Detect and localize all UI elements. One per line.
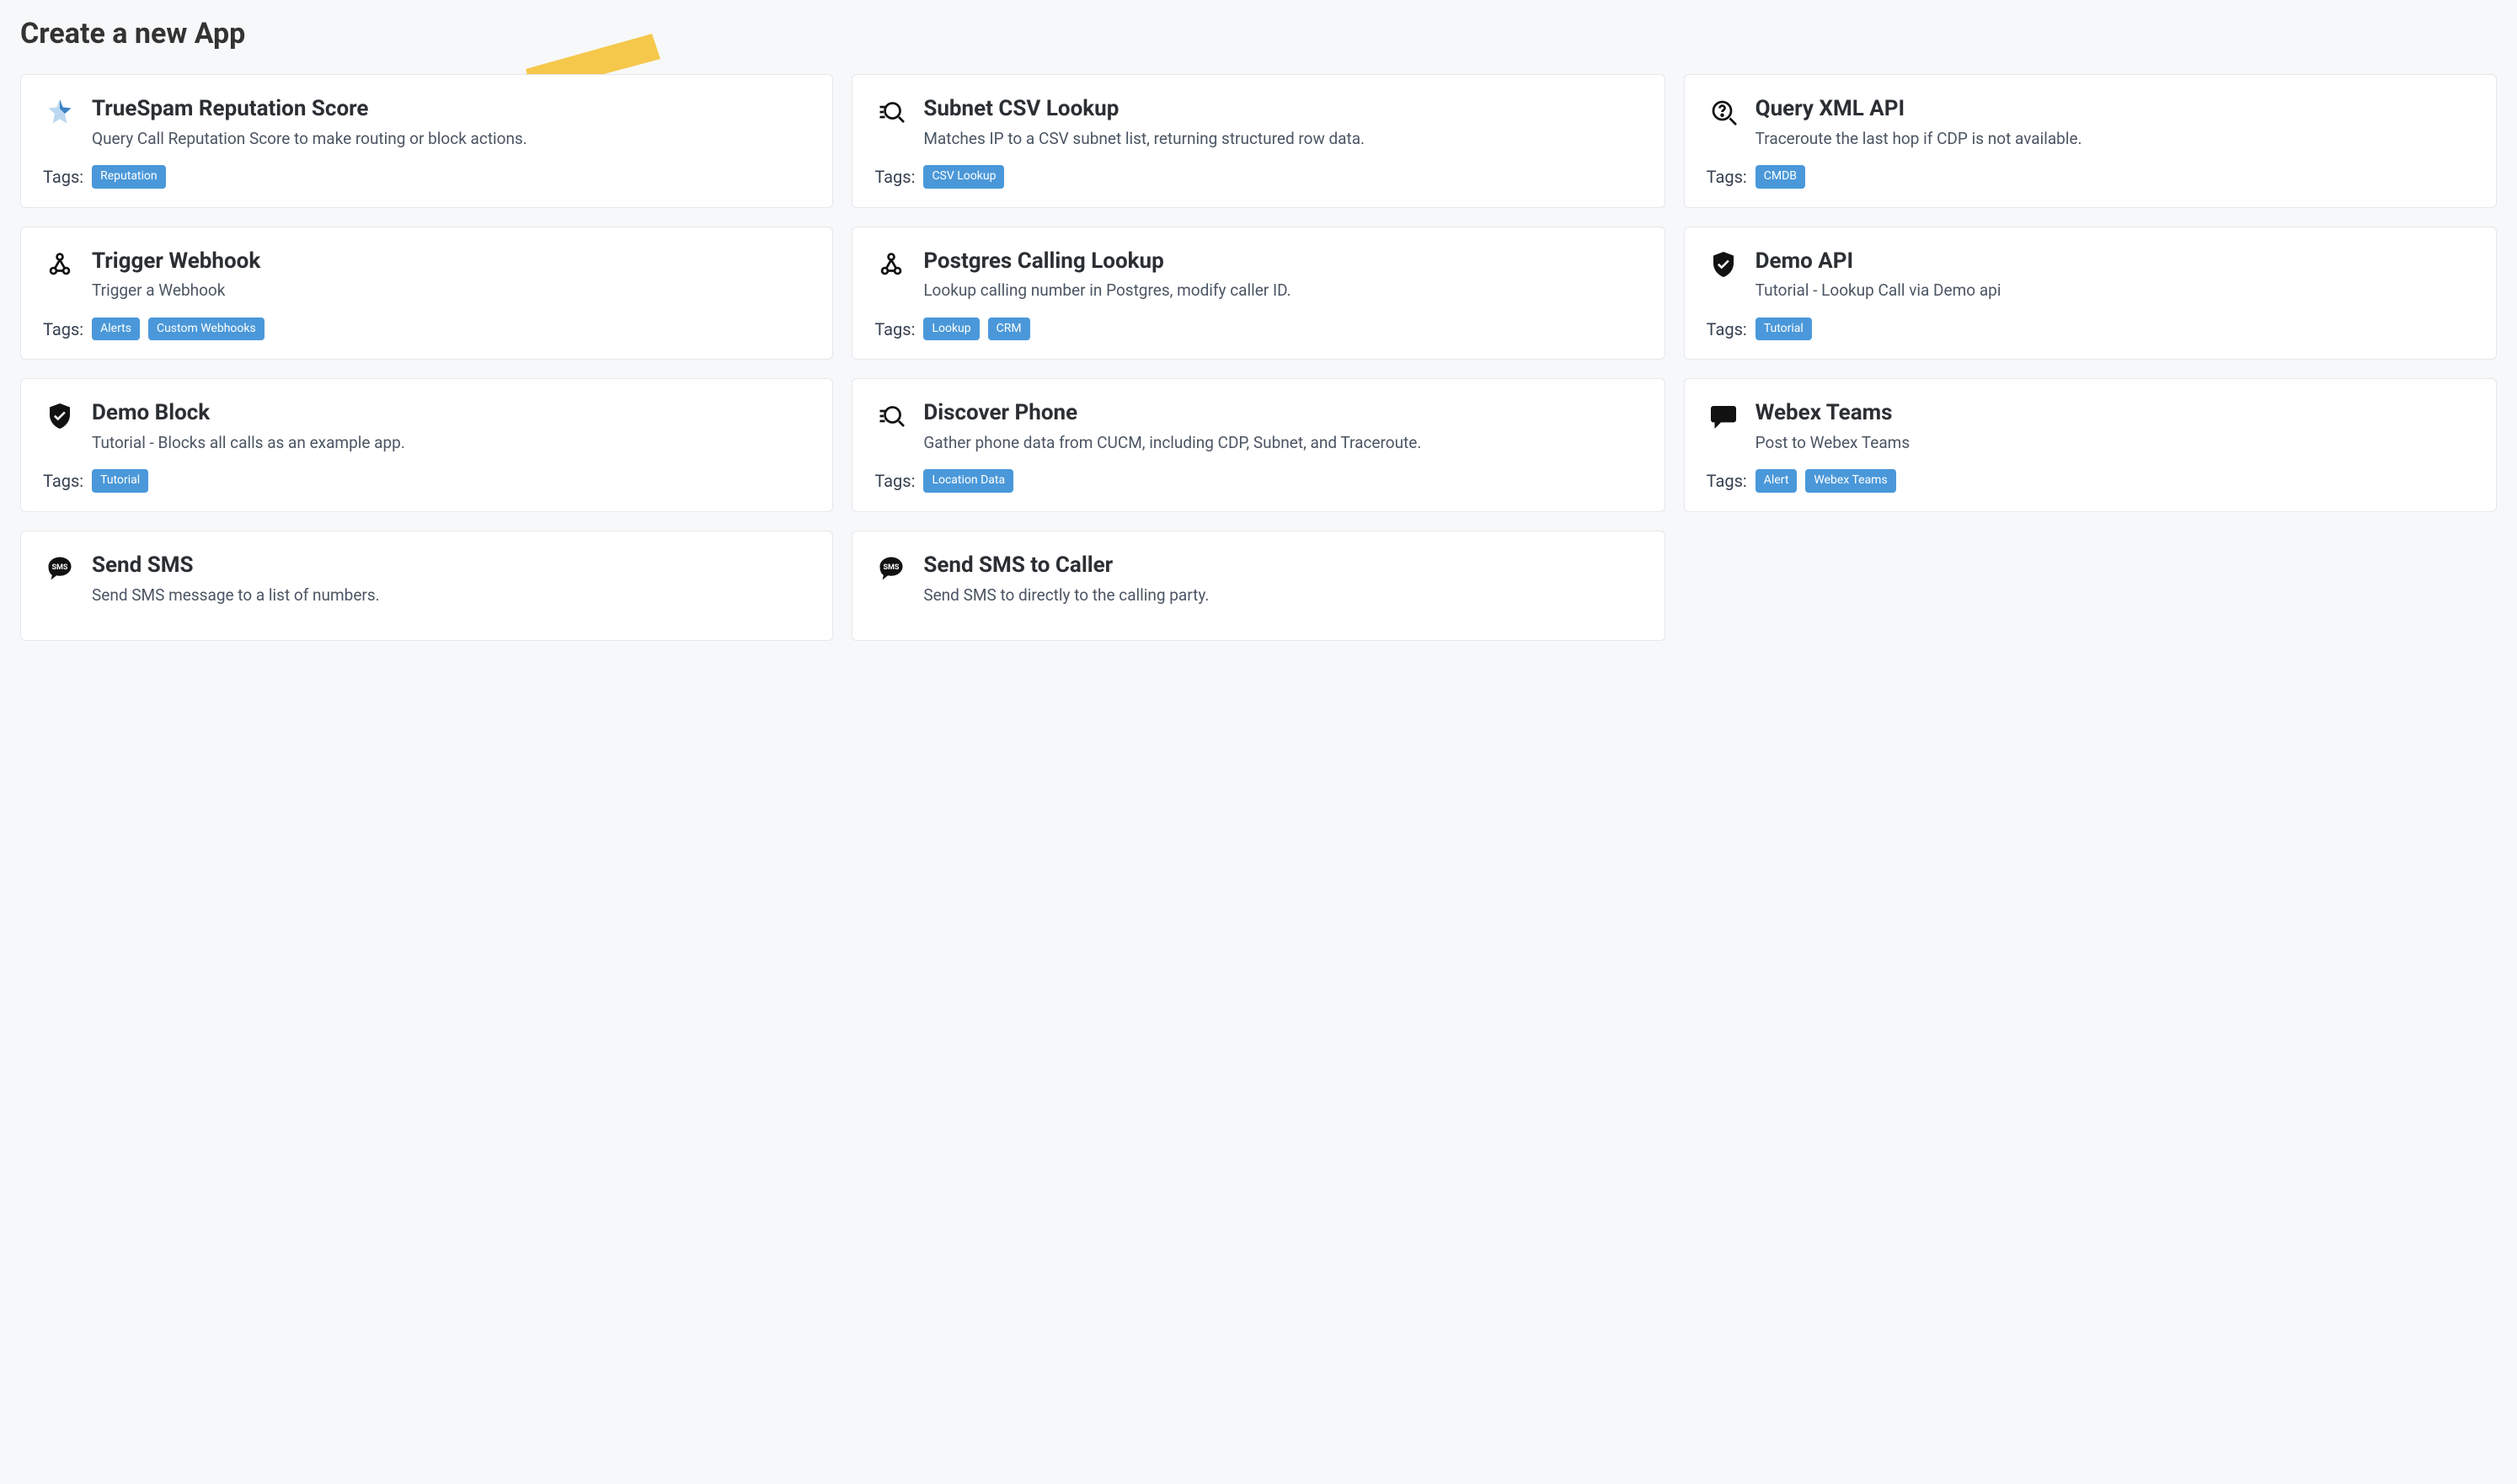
shield-check-icon	[43, 399, 77, 433]
app-card-demo-block[interactable]: Demo Block Tutorial - Blocks all calls a…	[20, 378, 833, 512]
app-card-description: Lookup calling number in Postgres, modif…	[923, 280, 1642, 302]
app-card-description: Send SMS to directly to the calling part…	[923, 585, 1642, 607]
app-card-description: Tutorial - Lookup Call via Demo api	[1755, 280, 2474, 302]
app-card-title: Discover Phone	[923, 399, 1642, 427]
tag-pill[interactable]: Lookup	[923, 318, 979, 341]
app-card-description: Traceroute the last hop if CDP is not av…	[1755, 128, 2474, 151]
search-list-icon	[874, 95, 908, 129]
tags-row: Tags: Tutorial	[43, 469, 810, 493]
tags-row: Tags: Lookup CRM	[874, 318, 1642, 341]
app-card-grid: TrueSpam Reputation Score Query Call Rep…	[20, 74, 2497, 641]
tag-pill[interactable]: CMDB	[1755, 165, 1805, 189]
tags-row: Tags: Alerts Custom Webhooks	[43, 318, 810, 341]
app-card-title: Webex Teams	[1755, 399, 2474, 427]
app-card-title: Postgres Calling Lookup	[923, 248, 1642, 275]
tags-row: Tags: Alert Webex Teams	[1707, 469, 2474, 493]
tag-pill[interactable]: Reputation	[92, 165, 166, 189]
app-card-title: Subnet CSV Lookup	[923, 95, 1642, 123]
tags-label: Tags:	[43, 167, 83, 187]
tags-label: Tags:	[1707, 319, 1747, 339]
tags-row: Tags: CSV Lookup	[874, 165, 1642, 189]
svg-text:SMS: SMS	[884, 563, 900, 572]
app-card-title: Query XML API	[1755, 95, 2474, 123]
webhook-icon	[43, 248, 77, 281]
tags-row: Tags: CMDB	[1707, 165, 2474, 189]
star-icon	[43, 95, 77, 129]
tags-row: Tags: Reputation	[43, 165, 810, 189]
tags-label: Tags:	[43, 471, 83, 491]
app-card-truespam[interactable]: TrueSpam Reputation Score Query Call Rep…	[20, 74, 833, 208]
app-card-subnet-csv[interactable]: Subnet CSV Lookup Matches IP to a CSV su…	[852, 74, 1665, 208]
tag-pill[interactable]: Custom Webhooks	[148, 318, 265, 341]
webhook-icon	[874, 248, 908, 281]
app-card-title: Demo API	[1755, 248, 2474, 275]
tag-pill[interactable]: CRM	[988, 318, 1030, 341]
tag-pill[interactable]: Alerts	[92, 318, 140, 341]
tag-pill[interactable]: Tutorial	[92, 469, 148, 493]
sms-icon: SMS	[43, 552, 77, 585]
app-card-title: Send SMS to Caller	[923, 552, 1642, 579]
app-card-postgres-lookup[interactable]: Postgres Calling Lookup Lookup calling n…	[852, 227, 1665, 360]
app-card-demo-api[interactable]: Demo API Tutorial - Lookup Call via Demo…	[1684, 227, 2497, 360]
tags-label: Tags:	[1707, 471, 1747, 491]
app-card-description: Post to Webex Teams	[1755, 432, 2474, 455]
app-card-webex-teams[interactable]: Webex Teams Post to Webex Teams Tags: Al…	[1684, 378, 2497, 512]
app-card-description: Gather phone data from CUCM, including C…	[923, 432, 1642, 455]
shield-check-icon	[1707, 248, 1740, 281]
tag-pill[interactable]: Location Data	[923, 469, 1013, 493]
app-card-description: Tutorial - Blocks all calls as an exampl…	[92, 432, 810, 455]
svg-text:SMS: SMS	[52, 563, 68, 572]
tags-label: Tags:	[874, 319, 915, 339]
tags-row: Tags: Location Data	[874, 469, 1642, 493]
app-card-title: Trigger Webhook	[92, 248, 810, 275]
app-card-query-xml[interactable]: Query XML API Traceroute the last hop if…	[1684, 74, 2497, 208]
app-card-send-sms-caller[interactable]: SMS Send SMS to Caller Send SMS to direc…	[852, 531, 1665, 641]
app-card-discover-phone[interactable]: Discover Phone Gather phone data from CU…	[852, 378, 1665, 512]
app-card-trigger-webhook[interactable]: Trigger Webhook Trigger a Webhook Tags: …	[20, 227, 833, 360]
app-card-title: Demo Block	[92, 399, 810, 427]
tags-label: Tags:	[874, 167, 915, 187]
app-card-title: Send SMS	[92, 552, 810, 579]
app-card-description: Matches IP to a CSV subnet list, returni…	[923, 128, 1642, 151]
app-card-send-sms[interactable]: SMS Send SMS Send SMS message to a list …	[20, 531, 833, 641]
tag-pill[interactable]: CSV Lookup	[923, 165, 1004, 189]
search-list-icon	[874, 399, 908, 433]
chat-icon	[1707, 399, 1740, 433]
tag-pill[interactable]: Webex Teams	[1805, 469, 1895, 493]
search-question-icon	[1707, 95, 1740, 129]
app-card-description: Trigger a Webhook	[92, 280, 810, 302]
tag-pill[interactable]: Alert	[1755, 469, 1798, 493]
sms-icon: SMS	[874, 552, 908, 585]
tags-label: Tags:	[1707, 167, 1747, 187]
app-card-description: Query Call Reputation Score to make rout…	[92, 128, 810, 151]
page-title: Create a new App	[20, 17, 2497, 51]
tags-label: Tags:	[874, 471, 915, 491]
tags-label: Tags:	[43, 319, 83, 339]
app-card-description: Send SMS message to a list of numbers.	[92, 585, 810, 607]
app-card-title: TrueSpam Reputation Score	[92, 95, 810, 123]
tags-row: Tags: Tutorial	[1707, 318, 2474, 341]
tag-pill[interactable]: Tutorial	[1755, 318, 1812, 341]
